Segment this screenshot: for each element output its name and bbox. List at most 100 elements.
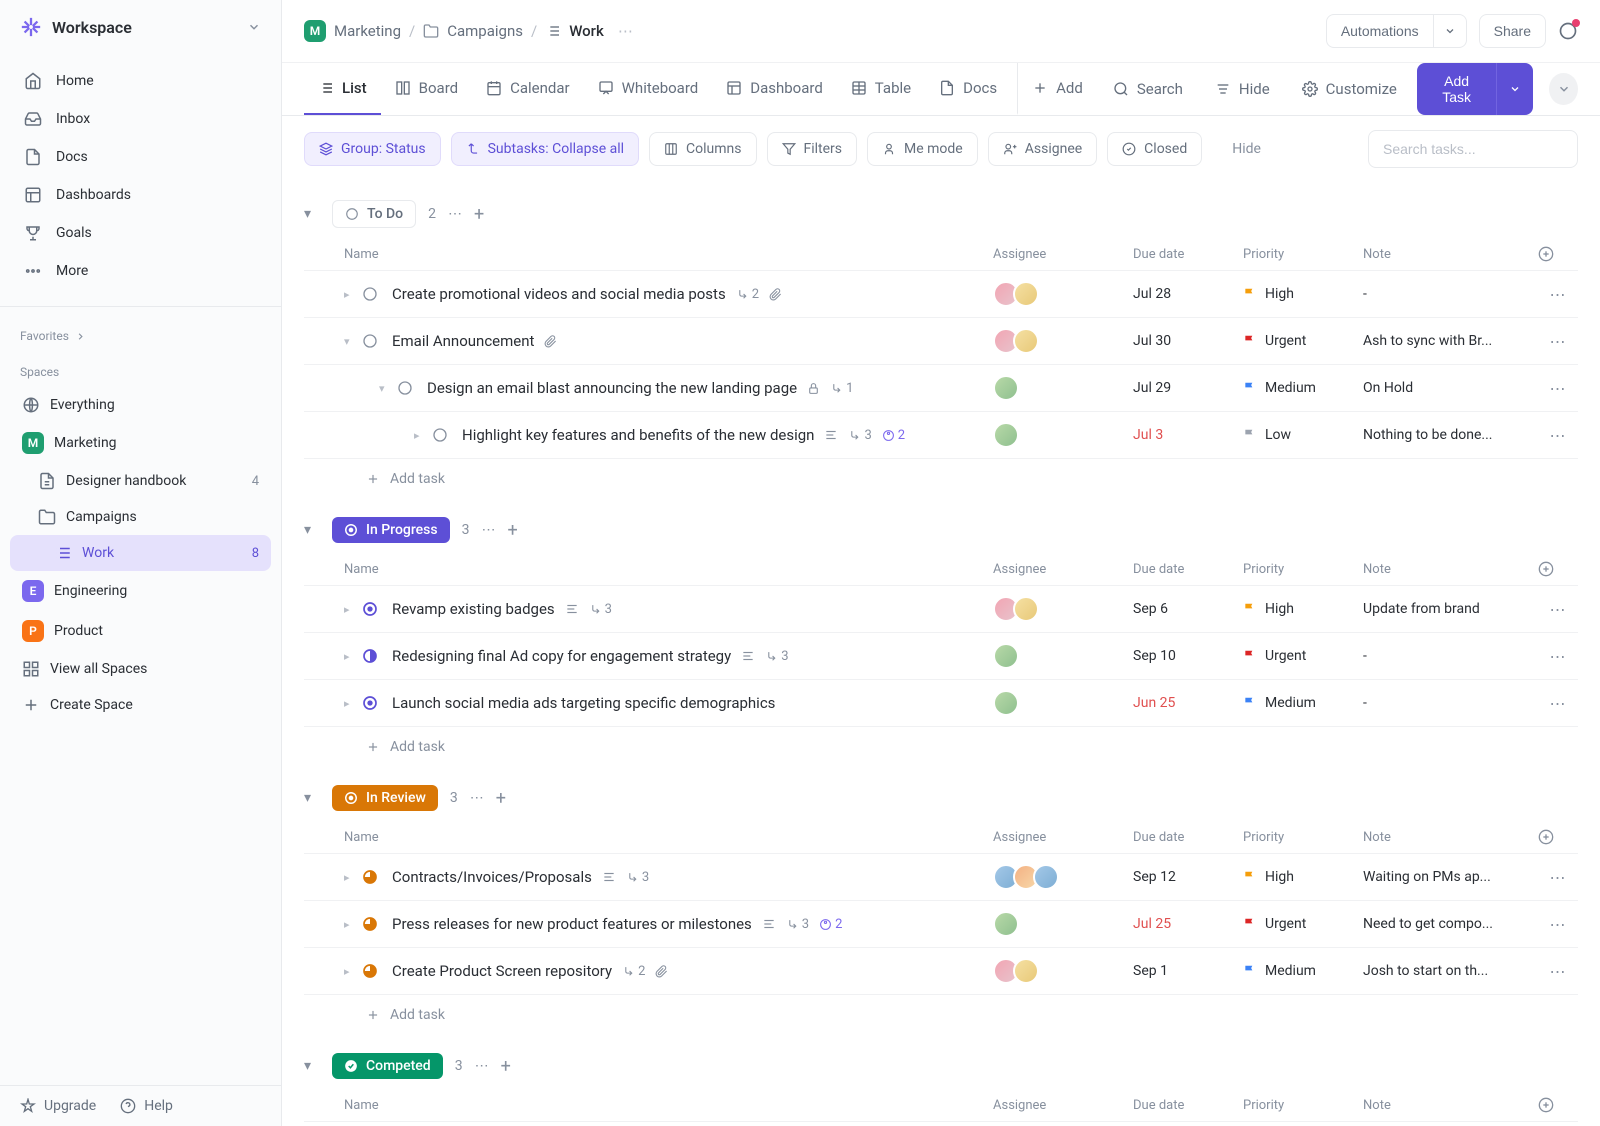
group-collapse-icon[interactable]: ▾ [304, 790, 320, 806]
chip-me-mode[interactable]: Me mode [867, 132, 978, 166]
col-header-note[interactable]: Note [1363, 1098, 1538, 1113]
favorites-label[interactable]: Favorites [0, 315, 281, 351]
search-view-button[interactable]: Search [1101, 72, 1195, 106]
status-dot-icon[interactable] [362, 963, 378, 979]
note-cell[interactable]: Waiting on PMs ap... [1363, 869, 1538, 885]
task-title[interactable]: Launch social media ads targeting specif… [392, 694, 775, 712]
assignee-cell[interactable] [993, 864, 1133, 890]
notification-icon[interactable] [1558, 21, 1578, 41]
nav-more[interactable]: More [10, 252, 271, 290]
priority-cell[interactable]: Urgent [1243, 333, 1363, 349]
note-cell[interactable]: - [1363, 695, 1538, 711]
status-dot-icon[interactable] [362, 333, 378, 349]
status-dot-icon[interactable] [362, 695, 378, 711]
status-dot-icon[interactable] [397, 380, 413, 396]
row-expand-icon[interactable]: ▸ [344, 650, 362, 663]
nav-docs[interactable]: Docs [10, 138, 271, 176]
tab-table[interactable]: Table [837, 63, 925, 115]
col-header-note[interactable]: Note [1363, 562, 1538, 577]
group-collapse-icon[interactable]: ▾ [304, 206, 320, 222]
col-header-name[interactable]: Name [344, 1098, 993, 1113]
avatar[interactable] [993, 643, 1019, 669]
due-date-cell[interactable]: Jun 25 [1133, 695, 1243, 711]
assignee-cell[interactable] [993, 690, 1133, 716]
note-cell[interactable]: Need to get compo... [1363, 916, 1538, 932]
row-menu-icon[interactable]: ⋯ [1538, 694, 1578, 713]
add-column-icon[interactable] [1538, 829, 1578, 845]
tag-icon[interactable]: 2 [882, 428, 905, 443]
workspace-switcher[interactable]: Workspace [0, 0, 281, 54]
assignee-cell[interactable] [993, 911, 1133, 937]
status-pill[interactable]: In Review [332, 785, 438, 811]
more-actions-button[interactable] [1549, 73, 1578, 105]
col-header-priority[interactable]: Priority [1243, 1098, 1363, 1113]
task-title[interactable]: Contracts/Invoices/Proposals [392, 868, 592, 886]
breadcrumb-list[interactable]: Work [569, 22, 604, 40]
col-header-note[interactable]: Note [1363, 247, 1538, 262]
add-column-icon[interactable] [1538, 1097, 1578, 1113]
task-row[interactable]: ▸ Press releases for new product feature… [304, 901, 1578, 948]
doc-icon[interactable] [824, 428, 838, 442]
group-add-icon[interactable]: + [474, 204, 484, 225]
row-menu-icon[interactable]: ⋯ [1538, 915, 1578, 934]
row-menu-icon[interactable]: ⋯ [1538, 332, 1578, 351]
col-header-due[interactable]: Due date [1133, 562, 1243, 577]
doc-icon[interactable] [762, 917, 776, 931]
col-header-assignee[interactable]: Assignee [993, 830, 1133, 845]
task-title[interactable]: Email Announcement [392, 332, 534, 350]
due-date-cell[interactable]: Sep 12 [1133, 869, 1243, 885]
task-row[interactable]: ▸ Redesigning final Ad copy for engageme… [304, 633, 1578, 680]
row-menu-icon[interactable]: ⋯ [1538, 962, 1578, 981]
avatar[interactable] [993, 911, 1019, 937]
add-task-row[interactable]: Add task [304, 459, 1578, 499]
add-task-dropdown[interactable] [1496, 63, 1533, 115]
col-header-note[interactable]: Note [1363, 830, 1538, 845]
col-header-name[interactable]: Name [344, 247, 993, 262]
group-menu-icon[interactable]: ⋯ [470, 790, 484, 806]
tab-board[interactable]: Board [381, 63, 472, 115]
note-cell[interactable]: Ash to sync with Br... [1363, 333, 1538, 349]
task-title[interactable]: Redesigning final Ad copy for engagement… [392, 647, 731, 665]
row-expand-icon[interactable]: ▸ [414, 429, 432, 442]
subtask-icon[interactable]: 2 [736, 287, 759, 302]
status-dot-icon[interactable] [362, 869, 378, 885]
nav-goals[interactable]: Goals [10, 214, 271, 252]
due-date-cell[interactable]: Jul 25 [1133, 916, 1243, 932]
note-cell[interactable]: On Hold [1363, 380, 1538, 396]
customize-button[interactable]: Customize [1290, 72, 1409, 106]
priority-cell[interactable]: Urgent [1243, 916, 1363, 932]
task-row[interactable]: ▸ Contracts/Invoices/Proposals 3 Sep 12 … [304, 854, 1578, 901]
tab-add[interactable]: Add [1017, 63, 1097, 115]
col-header-name[interactable]: Name [344, 830, 993, 845]
col-header-name[interactable]: Name [344, 562, 993, 577]
row-menu-icon[interactable]: ⋯ [1538, 868, 1578, 887]
group-collapse-icon[interactable]: ▾ [304, 1058, 320, 1074]
avatar[interactable] [1013, 596, 1039, 622]
subtask-icon[interactable]: 2 [622, 964, 645, 979]
subtask-icon[interactable]: 3 [848, 428, 871, 443]
nav-dashboards[interactable]: Dashboards [10, 176, 271, 214]
sidebar-list-work[interactable]: Work 8 [10, 535, 271, 571]
avatar[interactable] [993, 422, 1019, 448]
sidebar-everything[interactable]: Everything [10, 387, 271, 423]
chip-subtasks[interactable]: Subtasks: Collapse all [451, 132, 639, 166]
status-dot-icon[interactable] [362, 286, 378, 302]
doc-icon[interactable] [565, 602, 579, 616]
row-expand-icon[interactable]: ▸ [344, 603, 362, 616]
share-button[interactable]: Share [1479, 14, 1546, 48]
status-dot-icon[interactable] [432, 427, 448, 443]
row-menu-icon[interactable]: ⋯ [1538, 379, 1578, 398]
row-expand-icon[interactable]: ▸ [344, 918, 362, 931]
col-header-priority[interactable]: Priority [1243, 247, 1363, 262]
priority-cell[interactable]: Urgent [1243, 648, 1363, 664]
attachment-icon[interactable] [655, 965, 668, 978]
row-menu-icon[interactable]: ⋯ [1538, 600, 1578, 619]
add-task-button[interactable]: Add Task [1417, 63, 1497, 115]
due-date-cell[interactable]: Jul 30 [1133, 333, 1243, 349]
row-expand-icon[interactable]: ▸ [344, 871, 362, 884]
avatar[interactable] [1013, 958, 1039, 984]
sidebar-space-product[interactable]: P Product [10, 611, 271, 651]
upgrade-button[interactable]: Upgrade [20, 1098, 96, 1114]
status-pill[interactable]: To Do [332, 200, 416, 228]
col-header-due[interactable]: Due date [1133, 247, 1243, 262]
